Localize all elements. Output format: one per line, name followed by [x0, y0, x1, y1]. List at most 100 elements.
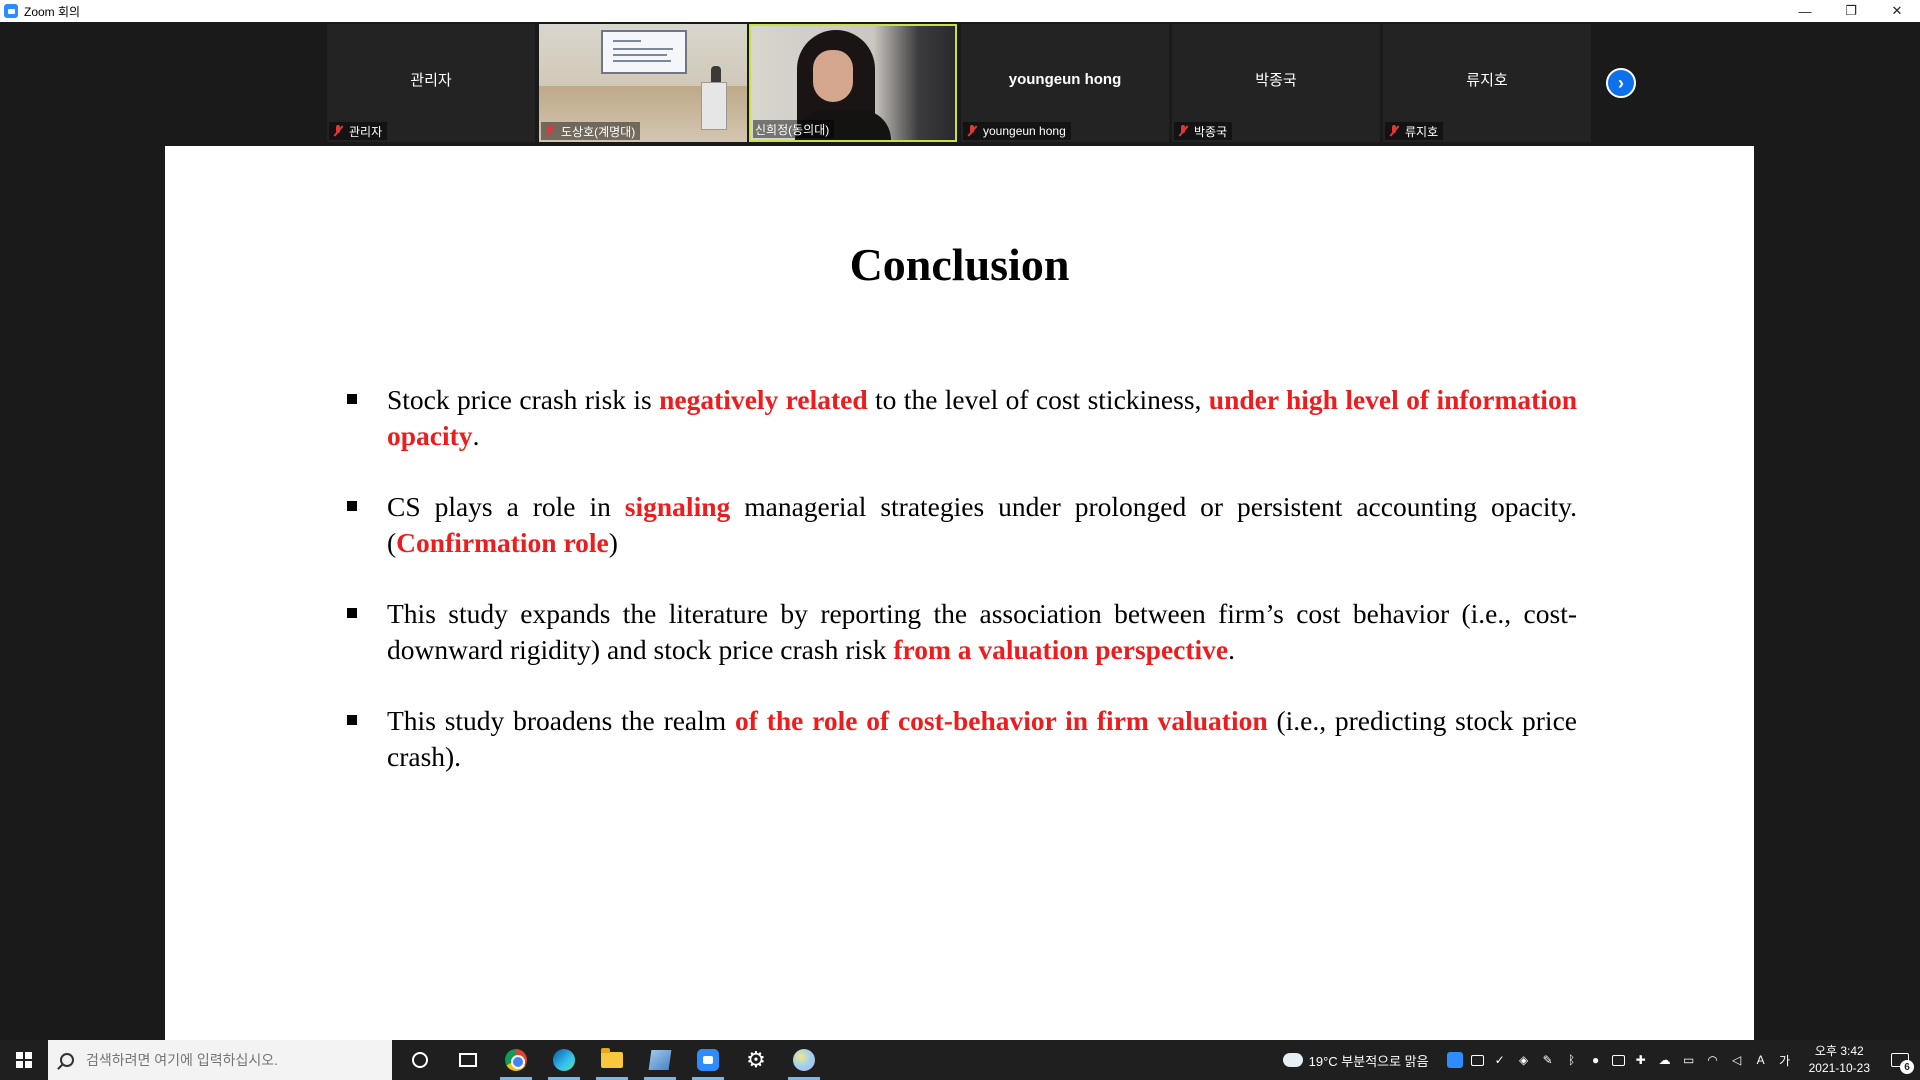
- input-indicator[interactable]: A: [1753, 1052, 1769, 1068]
- start-button[interactable]: [0, 1040, 48, 1080]
- display-tray-icon[interactable]: [1611, 1054, 1625, 1066]
- participant-label-text: 박종국: [1194, 124, 1228, 139]
- edge-taskbar-button[interactable]: [540, 1040, 588, 1080]
- microphone-icon[interactable]: ●: [1588, 1052, 1604, 1068]
- participant-tile[interactable]: youngeun hong youngeun hong: [961, 24, 1169, 142]
- system-tray: 19°C 부분적으로 맑음 ✓ ◈ ✎ ᛒ ● ✚ ☁ ▭ ◠ ◁ A 가 오후…: [1278, 1040, 1920, 1080]
- close-button[interactable]: ✕: [1874, 0, 1920, 22]
- window-tray-icon[interactable]: [1470, 1054, 1484, 1066]
- security-tray-icon[interactable]: ✚: [1633, 1052, 1649, 1068]
- bullet-text: to the level of cost stickiness,: [867, 384, 1209, 415]
- bullet-highlight-text: of the role of cost-behavior in firm val…: [734, 705, 1268, 736]
- windows-logo-icon: [16, 1052, 32, 1068]
- window-title: Zoom 회의: [24, 4, 81, 19]
- muted-mic-icon: [543, 124, 557, 138]
- muted-mic-icon: [1387, 124, 1401, 138]
- bullet-highlight-text: from a valuation perspective: [893, 634, 1229, 665]
- bullet-square-icon: [347, 501, 357, 511]
- search-input[interactable]: [86, 1052, 376, 1068]
- participant-label: 도상호(계명대): [541, 122, 641, 140]
- taskbar-clock[interactable]: 오후 3:42 2021-10-23: [1809, 1043, 1870, 1077]
- participant-label: 류지호: [1385, 122, 1444, 140]
- bullet-highlight-text: negatively related: [659, 384, 868, 415]
- participant-label: 박종국: [1174, 122, 1233, 140]
- next-participants-button[interactable]: ›: [1606, 68, 1636, 98]
- bullet-text: This study broadens the realm: [387, 705, 735, 736]
- participant-tile[interactable]: 박종국 박종국: [1172, 24, 1380, 142]
- notification-center-button[interactable]: 6: [1880, 1040, 1920, 1080]
- vs-code-tray-icon[interactable]: ✓: [1492, 1052, 1508, 1068]
- wifi-icon[interactable]: ◠: [1705, 1052, 1721, 1068]
- participant-tile-active-speaker[interactable]: 신희정(동의대): [749, 24, 957, 142]
- bullet-square-icon: [347, 715, 357, 725]
- participant-video-strip: 관리자 관리자 도상호(계명대) 신희정(동의대) youngeun hong …: [0, 22, 1920, 146]
- task-view-button[interactable]: [444, 1040, 492, 1080]
- chevron-right-icon: ›: [1618, 72, 1624, 93]
- windows-taskbar: ⚙ 19°C 부분적으로 맑음 ✓ ◈ ✎ ᛒ ● ✚ ☁ ▭ ◠ ◁ A 가 …: [0, 1040, 1920, 1080]
- cortana-button[interactable]: [396, 1040, 444, 1080]
- file-explorer-icon: [601, 1048, 623, 1068]
- battery-icon[interactable]: ▭: [1681, 1052, 1697, 1068]
- taskbar-apps: ⚙: [396, 1040, 828, 1080]
- taskbar-search[interactable]: [48, 1040, 392, 1080]
- weather-text: 19°C 부분적으로 맑음: [1308, 1053, 1429, 1069]
- muted-mic-icon: [1176, 124, 1190, 138]
- bullet-highlight-text: signaling: [624, 491, 731, 522]
- notification-count-badge: 6: [1900, 1060, 1914, 1074]
- participant-label-text: 신희정(동의대): [755, 122, 830, 137]
- file-explorer-taskbar-button[interactable]: [588, 1040, 636, 1080]
- participant-label: 관리자: [329, 122, 388, 140]
- cloud-tray-icon[interactable]: ☁: [1657, 1052, 1673, 1068]
- muted-mic-icon: [331, 124, 345, 138]
- bluetooth-icon[interactable]: ᛒ: [1564, 1052, 1580, 1068]
- shared-screen-slide: Conclusion Stock price crash risk is neg…: [165, 146, 1754, 1040]
- paint-app-icon: [793, 1049, 815, 1071]
- restore-button[interactable]: ❐: [1828, 0, 1874, 22]
- notes-taskbar-button[interactable]: [636, 1040, 684, 1080]
- bullet-square-icon: [347, 608, 357, 618]
- edge-icon: [553, 1049, 575, 1071]
- participant-tile[interactable]: 관리자 관리자: [327, 24, 535, 142]
- slide-bullet: CS plays a role in signaling managerial …: [347, 489, 1577, 561]
- slide-bullet: This study broadens the realm of the rol…: [347, 703, 1577, 775]
- bullet-text: CS plays a role in: [387, 491, 625, 522]
- participant-tile[interactable]: 도상호(계명대): [539, 24, 747, 142]
- zoom-tray-icon[interactable]: [1446, 1052, 1463, 1068]
- clock-time: 오후 3:42: [1814, 1044, 1864, 1058]
- bullet-text: .: [472, 420, 480, 451]
- slide-bullet: This study expands the literature by rep…: [347, 596, 1577, 668]
- participant-label-text: 관리자: [349, 124, 383, 139]
- participant-label: youngeun hong: [963, 122, 1071, 140]
- chrome-icon: [505, 1049, 527, 1071]
- bullet-square-icon: [347, 394, 357, 404]
- participant-tile[interactable]: 류지호 류지호: [1383, 24, 1591, 142]
- participant-label-text: 류지호: [1405, 124, 1439, 139]
- participant-label: 신희정(동의대): [753, 120, 835, 138]
- clock-date: 2021-10-23: [1808, 1061, 1870, 1075]
- projector-screen: [601, 30, 687, 74]
- slide-title: Conclusion: [849, 239, 1070, 290]
- notes-app-icon: [648, 1050, 672, 1070]
- window-controls: — ❐ ✕: [1782, 0, 1920, 22]
- settings-taskbar-button[interactable]: ⚙: [732, 1040, 780, 1080]
- bullet-text: Stock price crash risk is: [387, 384, 660, 415]
- weather-widget[interactable]: 19°C 부분적으로 맑음: [1278, 1048, 1429, 1070]
- participant-label-text: 도상호(계명대): [561, 124, 636, 139]
- chrome-taskbar-button[interactable]: [492, 1040, 540, 1080]
- bullet-text: .: [1228, 634, 1235, 665]
- slide-bullet: Stock price crash risk is negatively rel…: [347, 382, 1577, 454]
- zoom-icon: [697, 1049, 719, 1071]
- bullet-highlight-text: Confirmation role: [396, 527, 609, 558]
- volume-icon[interactable]: ◁: [1729, 1052, 1745, 1068]
- bullet-text: ): [608, 527, 618, 558]
- task-view-icon: [459, 1053, 477, 1067]
- shield-tray-icon[interactable]: ◈: [1516, 1052, 1532, 1068]
- search-icon: [60, 1053, 74, 1067]
- muted-mic-icon: [965, 124, 979, 138]
- minimize-button[interactable]: —: [1782, 0, 1828, 22]
- pen-tray-icon[interactable]: ✎: [1540, 1052, 1556, 1068]
- paint-taskbar-button[interactable]: [780, 1040, 828, 1080]
- slide-bullet-list: Stock price crash risk is negatively rel…: [347, 382, 1577, 810]
- zoom-taskbar-button[interactable]: [684, 1040, 732, 1080]
- ime-indicator[interactable]: 가: [1777, 1052, 1793, 1068]
